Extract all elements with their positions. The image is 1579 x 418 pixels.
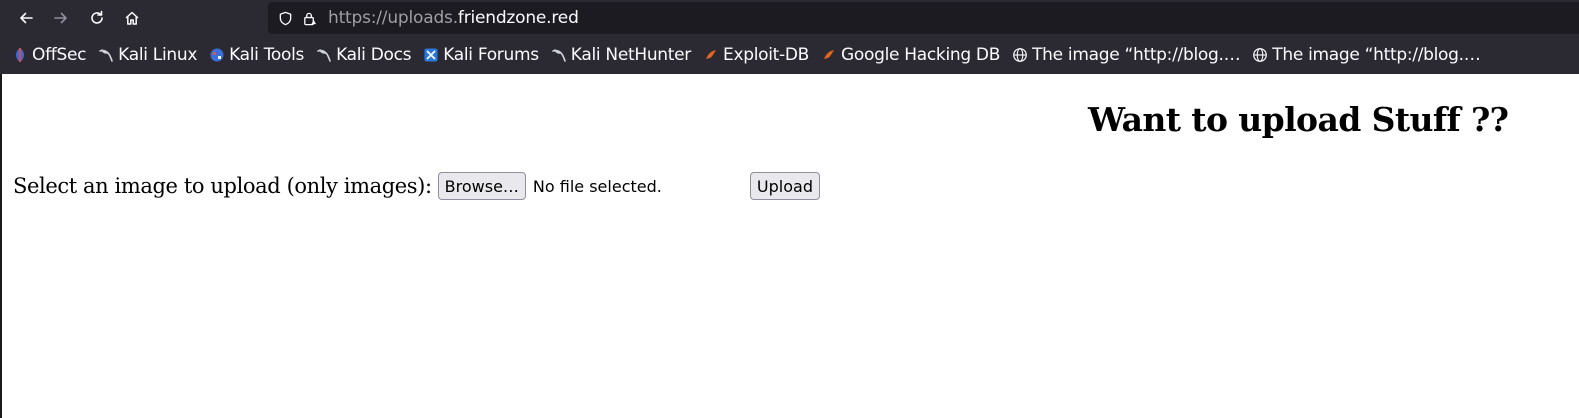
tracking-shield-icon[interactable] [276, 9, 294, 27]
back-button[interactable] [12, 4, 40, 32]
bookmark-label: Kali NetHunter [570, 45, 692, 65]
globe-icon [1012, 47, 1028, 63]
url-bar[interactable]: https://uploads.friendzone.red [268, 2, 1579, 34]
bookmark-item[interactable]: The image “http://blog.… [1252, 45, 1481, 65]
upload-button[interactable]: Upload [749, 172, 820, 200]
page-content: Want to upload Stuff ?? Select an image … [0, 74, 1579, 418]
globe-icon [1252, 47, 1268, 63]
navigation-bar: https://uploads.friendzone.red [0, 0, 1579, 36]
forward-arrow-icon [54, 12, 67, 24]
forward-button[interactable] [47, 4, 75, 32]
home-icon [125, 11, 139, 25]
bookmark-item[interactable]: Kali Linux [98, 45, 197, 65]
home-button[interactable] [118, 4, 146, 32]
exploit-db-icon [703, 47, 719, 63]
bookmark-item[interactable]: Google Hacking DB [821, 45, 1000, 65]
form-label: Select an image to upload (only images): [13, 174, 432, 198]
bookmark-label: Kali Tools [229, 45, 305, 65]
bookmark-item[interactable]: Kali NetHunter [551, 45, 691, 65]
reload-button[interactable] [83, 4, 111, 32]
reload-icon [91, 10, 103, 24]
kali-dragon-icon [98, 47, 114, 63]
bookmark-label: Google Hacking DB [841, 45, 1001, 65]
back-arrow-icon [20, 12, 33, 24]
browser-chrome: https://uploads.friendzone.red OffSec Kal… [0, 0, 1579, 74]
bookmark-label: Kali Docs [336, 45, 412, 65]
bookmark-label: The image “http://blog.… [1032, 45, 1241, 65]
bookmark-item[interactable]: The image “http://blog.… [1012, 45, 1241, 65]
exploit-db-icon [821, 47, 837, 63]
insecure-lock-icon[interactable] [300, 9, 318, 27]
bookmark-item[interactable]: Exploit-DB [703, 45, 809, 65]
kali-forums-icon [423, 47, 439, 63]
bookmark-label: The image “http://blog.… [1272, 45, 1481, 65]
bookmark-item[interactable]: Kali Tools [209, 45, 304, 65]
bookmark-item[interactable]: Kali Forums [423, 45, 539, 65]
bookmark-label: Kali Forums [443, 45, 539, 65]
upload-form: Select an image to upload (only images):… [13, 172, 820, 200]
offsec-icon [12, 47, 28, 63]
kali-dragon-icon [551, 47, 567, 63]
bookmark-label: Exploit-DB [723, 45, 809, 65]
bookmark-label: OffSec [32, 45, 87, 65]
url-domain: friendzone.red [457, 8, 579, 28]
bookmark-item[interactable]: OffSec [12, 45, 86, 65]
bookmark-item[interactable]: Kali Docs [316, 45, 412, 65]
browse-button[interactable]: Browse… [437, 172, 526, 200]
file-status: No file selected. [532, 176, 662, 196]
bookmarks-toolbar: OffSec Kali Linux Kali Tools Kali Docs Kali … [0, 38, 1579, 72]
url-prefix: https://uploads. [328, 8, 458, 28]
kali-tools-icon [209, 47, 225, 63]
kali-dragon-icon [316, 47, 332, 63]
page-title: Want to upload Stuff ?? [1088, 100, 1509, 139]
url-text[interactable]: https://uploads.friendzone.red [328, 8, 579, 28]
bookmark-label: Kali Linux [118, 45, 198, 65]
